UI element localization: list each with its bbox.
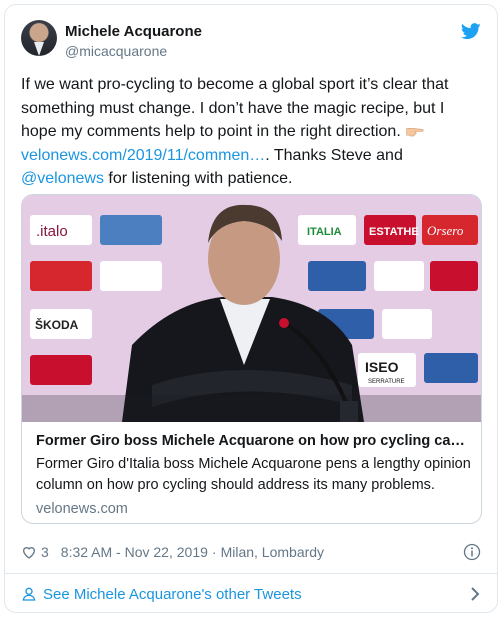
mention-link[interactable]: @velonews	[21, 170, 104, 187]
article-title[interactable]: Former Giro boss Michele Acquarone on ho…	[36, 431, 472, 451]
sponsor-logo-estathe-3	[30, 355, 92, 385]
heart-icon[interactable]	[21, 544, 37, 560]
sponsor-logo-autostrade	[308, 261, 366, 291]
article-domain: velonews.com	[36, 501, 128, 517]
tweet-text: If we want pro-cycling to become a globa…	[21, 73, 483, 191]
meta-separator: ·	[211, 544, 217, 560]
link-card-body: Former Giro boss Michele Acquarone on ho…	[36, 431, 472, 519]
divider	[5, 573, 497, 574]
tweet-text-end: for listening with patience.	[103, 170, 293, 187]
sponsor-logo-autostrade-3	[424, 353, 478, 383]
sponsor-logo-iseo: ISEO SERRATURE	[358, 353, 416, 387]
tweet-text-body: If we want pro-cycling to become a globa…	[21, 76, 449, 140]
sponsor-logo-skoda: ŠKODA	[30, 309, 92, 339]
sponsor-logo-blue	[100, 215, 162, 245]
avatar[interactable]	[21, 20, 57, 56]
sponsor-logo-red	[30, 261, 92, 291]
sponsor-logo-orsero: Orsero	[422, 215, 478, 245]
twitter-bird-icon[interactable]	[461, 23, 481, 40]
tweet-timestamp[interactable]: 8:32 AM - Nov 22, 2019	[61, 544, 208, 560]
info-icon[interactable]	[463, 543, 481, 561]
backhand-index-pointing-right-icon	[406, 128, 424, 137]
svg-text:ŠKODA: ŠKODA	[35, 317, 79, 332]
link-preview-card[interactable]: .italo ITALIA ESTATHE Orsero ŠKODA ISEO …	[21, 194, 482, 524]
sponsor-logo-italo: .italo	[30, 215, 92, 245]
svg-text:SERRATURE: SERRATURE	[368, 379, 405, 385]
sponsor-logo-italia: ITALIA	[298, 215, 356, 245]
svg-text:ITALIA: ITALIA	[307, 226, 342, 238]
svg-text:ISEO: ISEO	[365, 359, 399, 375]
user-icon	[22, 587, 36, 601]
author-display-name[interactable]: Michele Acquarone	[65, 22, 202, 42]
svg-text:Orsero: Orsero	[427, 223, 464, 238]
see-other-tweets-label[interactable]: See Michele Acquarone's other Tweets	[43, 586, 302, 603]
sponsor-logo-estathe: ESTATHE	[364, 215, 419, 245]
tweet-location[interactable]: Milan, Lombardy	[221, 544, 325, 560]
sponsor-logo-white	[100, 261, 162, 291]
sponsor-logo-italia-3	[382, 309, 432, 339]
svg-text:ESTATHE: ESTATHE	[369, 226, 419, 238]
article-description: Former Giro d'Italia boss Michele Acquar…	[36, 456, 471, 493]
chevron-right-icon[interactable]	[469, 586, 481, 602]
embedded-tweet: Michele Acquarone @micacquarone If we wa…	[4, 4, 498, 613]
tweet-url-link[interactable]: velonews.com/2019/11/commen…	[21, 147, 265, 164]
press-conference-photo: .italo ITALIA ESTATHE Orsero ŠKODA ISEO …	[22, 195, 481, 422]
tweet-header: Michele Acquarone @micacquarone	[21, 20, 481, 62]
sponsor-logo-estathe-2	[430, 261, 478, 291]
author-names[interactable]: Michele Acquarone @micacquarone	[65, 22, 202, 60]
tweet-text-middle: . Thanks Steve and	[265, 146, 403, 164]
sponsor-logo-italia-2	[374, 261, 424, 291]
see-other-tweets-link[interactable]: See Michele Acquarone's other Tweets	[21, 581, 481, 607]
author-handle[interactable]: @micacquarone	[65, 42, 202, 60]
tweet-meta: 3 8:32 AM - Nov 22, 2019 · Milan, Lombar…	[21, 541, 481, 563]
like-count[interactable]: 3	[41, 544, 49, 560]
article-image[interactable]: .italo ITALIA ESTATHE Orsero ŠKODA ISEO …	[22, 195, 481, 422]
svg-text:.italo: .italo	[36, 223, 68, 240]
